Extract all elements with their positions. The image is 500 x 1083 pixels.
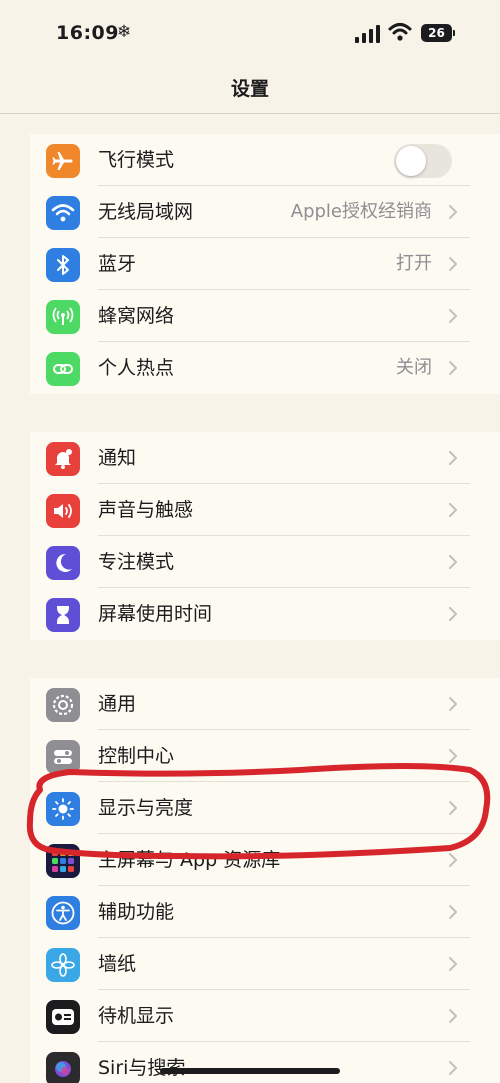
settings-row-home-screen[interactable]: 主屏幕与 App 资源库 [30,834,500,886]
settings-row-label: 屏幕使用时间 [98,603,213,625]
speaker-icon [46,494,80,528]
settings-row-bluetooth[interactable]: 蓝牙 打开 [30,238,500,290]
airplane-icon [46,144,80,178]
section-general: 通用 控制中心 显示与亮度 主屏幕与 App 资源库 辅助功能 墙纸 待机显示 … [30,678,500,1083]
accessibility-icon [46,896,80,930]
app-grid-icon [46,844,80,878]
flower-icon [46,948,80,982]
settings-row-label: 显示与亮度 [98,797,194,819]
chevron-right-icon [449,205,457,219]
settings-row-label: 待机显示 [98,1005,175,1027]
wifi-status-icon [388,23,412,41]
settings-row-label: 蜂窝网络 [98,305,175,327]
settings-row-label: 个人热点 [98,357,175,379]
settings-row-control-center[interactable]: 控制中心 [30,730,500,782]
chevron-right-icon [449,257,457,271]
settings-row-siri[interactable]: Siri与搜索 [30,1042,500,1083]
cellular-icon [46,300,80,334]
hotspot-icon [46,352,80,386]
status-bar: 16:09 ❄ 26 [0,0,500,70]
standby-icon [46,1000,80,1034]
status-time: 16:09 [56,22,119,44]
section-notifications: 通知 声音与触感 专注模式 屏幕使用时间 [30,432,500,640]
settings-row-label: Siri与搜索 [98,1057,186,1079]
bluetooth-icon [46,248,80,282]
home-indicator [160,1068,340,1074]
hourglass-icon [46,598,80,632]
airplane-mode-toggle[interactable] [394,144,452,178]
settings-row-sounds[interactable]: 声音与触感 [30,484,500,536]
settings-row-general[interactable]: 通用 [30,678,500,730]
chevron-right-icon [449,309,457,323]
settings-row-label: 控制中心 [98,745,175,767]
settings-row-airplane[interactable]: 飞行模式 [30,134,500,186]
settings-row-focus[interactable]: 专注模式 [30,536,500,588]
battery-icon: 26 [421,24,455,42]
page-title: 设置 [230,78,269,100]
battery-level: 26 [428,26,445,40]
chevron-right-icon [449,361,457,375]
moon-icon [46,546,80,580]
settings-row-label: 专注模式 [98,551,175,573]
settings-row-hotspot[interactable]: 个人热点 关闭 [30,342,500,394]
settings-list: 飞行模式 无线局域网 Apple授权经销商 蓝牙 打开 蜂窝网络 个人热点 关闭… [30,134,500,1083]
chevron-right-icon [449,853,457,867]
gear-icon [46,688,80,722]
section-connectivity: 飞行模式 无线局域网 Apple授权经销商 蓝牙 打开 蜂窝网络 个人热点 关闭 [30,134,500,394]
settings-row-screen-time[interactable]: 屏幕使用时间 [30,588,500,640]
settings-row-wallpaper[interactable]: 墙纸 [30,938,500,990]
sun-icon [46,792,80,826]
battery-tip [453,30,455,36]
settings-row-label: 墙纸 [98,953,137,975]
settings-row-label: 辅助功能 [98,901,175,923]
settings-row-accessibility[interactable]: 辅助功能 [30,886,500,938]
siri-icon [46,1052,80,1083]
chevron-right-icon [449,801,457,815]
chevron-right-icon [449,555,457,569]
chevron-right-icon [449,697,457,711]
chevron-right-icon [449,905,457,919]
settings-row-value: 关闭 [396,357,432,378]
snowflake-icon: ❄ [117,22,132,42]
chevron-right-icon [449,957,457,971]
navigation-bar: 设置 [0,70,500,114]
chevron-right-icon [449,1009,457,1023]
toggles-icon [46,740,80,774]
settings-row-cellular[interactable]: 蜂窝网络 [30,290,500,342]
settings-row-wifi[interactable]: 无线局域网 Apple授权经销商 [30,186,500,238]
chevron-right-icon [449,607,457,621]
settings-row-value: Apple授权经销商 [290,201,432,222]
settings-row-label: 蓝牙 [98,253,137,275]
wifi-icon [46,196,80,230]
toggle-knob [396,146,426,176]
settings-row-label: 飞行模式 [98,149,175,171]
settings-row-label: 通知 [98,447,137,469]
chevron-right-icon [449,1061,457,1075]
settings-row-label: 通用 [98,693,137,715]
settings-row-display-brightness[interactable]: 显示与亮度 [30,782,500,834]
settings-row-label: 无线局域网 [98,201,194,223]
chevron-right-icon [449,503,457,517]
settings-row-standby[interactable]: 待机显示 [30,990,500,1042]
settings-row-label: 声音与触感 [98,499,194,521]
chevron-right-icon [449,749,457,763]
cellular-signal-icon [355,25,380,43]
chevron-right-icon [449,451,457,465]
bell-icon [46,442,80,476]
settings-row-label: 主屏幕与 App 资源库 [98,849,281,871]
settings-screen: 16:09 ❄ 26 设置 飞行模式 无线局域网 Apple授权经销商 蓝牙 打… [0,0,500,1083]
settings-row-notifications[interactable]: 通知 [30,432,500,484]
settings-row-value: 打开 [396,253,432,274]
